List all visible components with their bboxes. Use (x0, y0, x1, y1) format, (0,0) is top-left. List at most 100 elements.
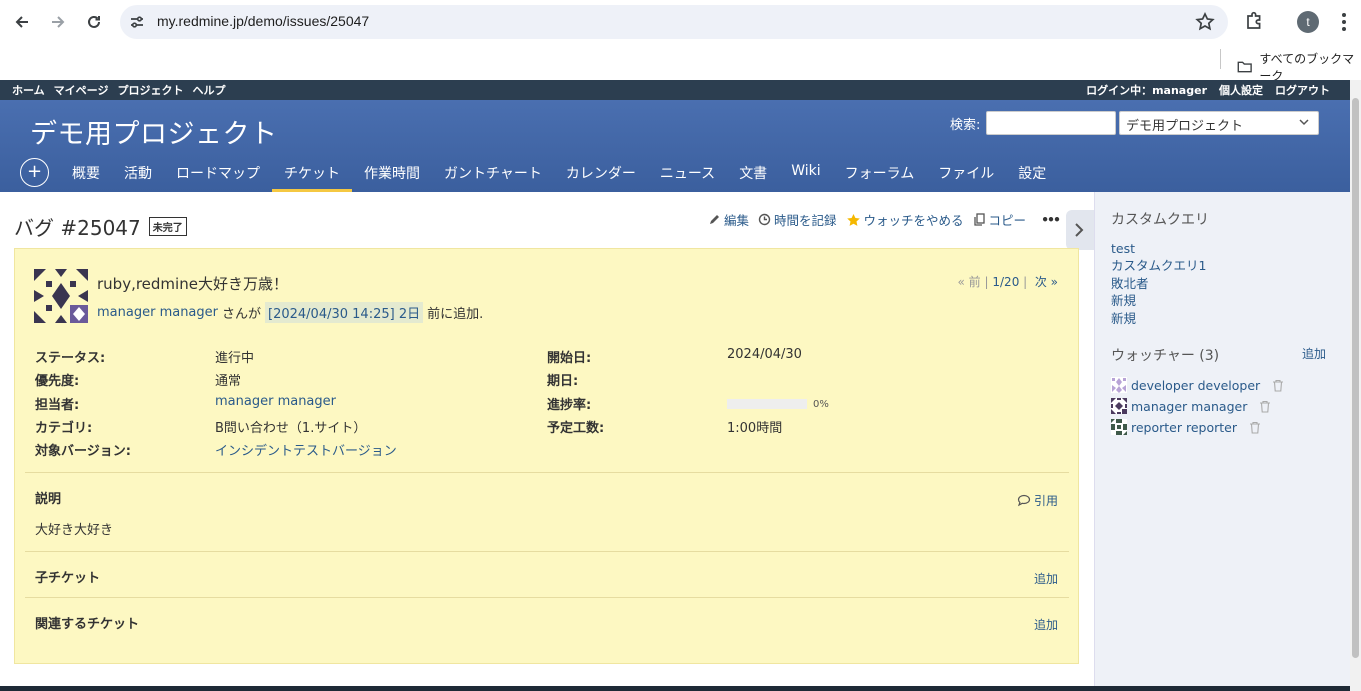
watchers-title: ウォッチャー (3) (1111, 348, 1220, 364)
next-issue-link[interactable]: 次 » (1035, 275, 1058, 289)
tab-documents[interactable]: 文書 (727, 155, 779, 192)
description-title: 説明 (35, 492, 62, 507)
search-input[interactable] (986, 111, 1116, 135)
add-relation-link[interactable]: 追加 (1034, 616, 1058, 633)
tab-time-entries[interactable]: 作業時間 (352, 155, 432, 192)
log-time-button[interactable]: 時間を記録 (758, 210, 837, 229)
custom-query-item[interactable]: カスタムクエリ1 (1111, 257, 1206, 274)
version-link[interactable]: インシデントテストバージョン (215, 444, 397, 459)
watcher-link[interactable]: manager manager (1131, 399, 1247, 414)
bookmark-separator (1220, 49, 1221, 69)
sidebar-toggle-button[interactable] (1066, 210, 1094, 250)
sidebar: カスタムクエリ test カスタムクエリ1 敗北者 新規 新規 ウォッチャー (… (1094, 192, 1350, 691)
tab-roadmap[interactable]: ロードマップ (164, 155, 272, 192)
add-watcher-link[interactable]: 追加 (1302, 345, 1326, 362)
author-link[interactable]: manager manager (97, 305, 218, 320)
tab-activity[interactable]: 活動 (112, 155, 164, 192)
issue-subject: ruby,redmine大好き万歳！ (97, 275, 288, 293)
top-menu-home[interactable]: ホーム (12, 82, 45, 98)
more-actions-button[interactable]: ••• (1041, 212, 1061, 227)
trash-icon[interactable] (1272, 379, 1284, 392)
trash-icon[interactable] (1249, 421, 1261, 434)
add-subtask-link[interactable]: 追加 (1034, 570, 1058, 587)
start-date-label: 開始日: (547, 351, 592, 366)
watcher-item: reporter reporter (1111, 419, 1261, 435)
new-object-button[interactable]: + (20, 158, 49, 187)
copy-button[interactable]: コピー (973, 210, 1026, 229)
issue-position[interactable]: 1/20 (992, 275, 1019, 289)
assignee-link[interactable]: manager manager (215, 394, 336, 409)
profile-avatar[interactable]: t (1297, 11, 1319, 33)
address-bar[interactable]: my.redmine.jp/demo/issues/25047 (120, 5, 1228, 39)
tab-news[interactable]: ニュース (648, 155, 727, 192)
url-text[interactable]: my.redmine.jp/demo/issues/25047 (157, 13, 369, 29)
scrollbar-thumb[interactable] (1352, 98, 1359, 658)
top-menu-account[interactable]: 個人設定 (1219, 82, 1263, 98)
custom-query-item[interactable]: 敗北者 (1111, 275, 1206, 292)
trash-icon[interactable] (1259, 400, 1271, 413)
status-badge: 未完了 (148, 217, 187, 236)
page-scrollbar[interactable] (1350, 80, 1361, 691)
divider (25, 551, 1069, 552)
status-label: ステータス: (35, 351, 106, 366)
all-bookmarks-button[interactable]: すべてのブックマーク (1237, 50, 1361, 84)
added-time-link[interactable]: [2024/04/30 14:25] 2日 (265, 302, 424, 323)
extensions-icon[interactable] (1243, 10, 1265, 32)
issue-author-line: manager manager さんが [2024/04/30 14:25] 2… (97, 302, 483, 323)
watcher-link[interactable]: reporter reporter (1131, 420, 1237, 435)
forward-arrow-icon (52, 16, 65, 28)
browser-menu-icon[interactable] (1334, 10, 1354, 34)
estimated-value: 1:00時間 (727, 421, 783, 436)
tab-settings[interactable]: 設定 (1006, 155, 1058, 192)
top-menu-my-page[interactable]: マイページ (54, 82, 109, 98)
top-menu-help[interactable]: ヘルプ (192, 82, 225, 98)
watcher-item: manager manager (1111, 398, 1271, 414)
bottom-edge (0, 686, 1350, 691)
pagination-separator: | (1023, 275, 1035, 289)
tab-overview[interactable]: 概要 (60, 155, 112, 192)
watcher-avatar (1111, 419, 1127, 435)
top-menu-projects[interactable]: プロジェクト (117, 82, 183, 98)
tab-forums[interactable]: フォーラム (833, 155, 927, 192)
quote-button[interactable]: 引用 (1017, 492, 1058, 509)
prev-issue-link[interactable]: « 前 (958, 275, 981, 289)
custom-query-item[interactable]: 新規 (1111, 310, 1206, 327)
top-menu: ホーム マイページ プロジェクト ヘルプ ログイン中：manager 個人設定 … (0, 80, 1350, 100)
quote-label: 引用 (1033, 494, 1058, 508)
category-value: B問い合わせ（1.サイト） (215, 421, 367, 436)
top-menu-logout[interactable]: ログアウト (1275, 82, 1330, 98)
back-button[interactable] (10, 10, 34, 34)
star-filled-icon (846, 213, 860, 226)
chevron-right-icon (1075, 223, 1084, 237)
unwatch-button[interactable]: ウォッチをやめる (846, 210, 964, 229)
all-bookmarks-label: すべてのブックマーク (1259, 52, 1355, 83)
tab-files[interactable]: ファイル (926, 155, 1006, 192)
tab-gantt[interactable]: ガントチャート (432, 155, 554, 192)
log-time-label: 時間を記録 (774, 213, 837, 228)
added-suffix: 前に追加. (427, 307, 484, 322)
custom-query-item[interactable]: test (1111, 240, 1206, 257)
reload-button[interactable] (82, 10, 106, 34)
custom-queries-title: カスタムクエリ (1111, 212, 1209, 228)
tab-wiki[interactable]: Wiki (779, 155, 832, 192)
tab-issues[interactable]: チケット (272, 155, 352, 192)
logged-in-as: ログイン中：manager (1086, 84, 1207, 97)
tab-calendar[interactable]: カレンダー (554, 155, 648, 192)
start-date-value: 2024/04/30 (727, 347, 802, 362)
project-jump-select[interactable]: デモ用プロジェクト (1119, 111, 1319, 135)
site-settings-icon[interactable] (128, 13, 146, 31)
watcher-link[interactable]: developer developer (1131, 378, 1260, 393)
subtasks-title: 子チケット (35, 571, 101, 586)
done-ratio-text: 0% (813, 399, 829, 410)
project-title[interactable]: デモ用プロジェクト (30, 112, 278, 151)
bookmark-star-icon[interactable] (1194, 11, 1216, 33)
forward-button[interactable] (46, 10, 70, 34)
main-content: バグ #25047 未完了 編集 時間を記録 ウォッチをやめる コピー ••• (0, 192, 1094, 691)
due-date-label: 期日: (547, 374, 579, 389)
reload-icon (88, 15, 100, 28)
custom-query-item[interactable]: 新規 (1111, 292, 1206, 309)
project-jump-value: デモ用プロジェクト (1126, 119, 1244, 134)
author-avatar (34, 269, 88, 323)
edit-button[interactable]: 編集 (708, 210, 749, 229)
edit-label: 編集 (724, 213, 750, 228)
